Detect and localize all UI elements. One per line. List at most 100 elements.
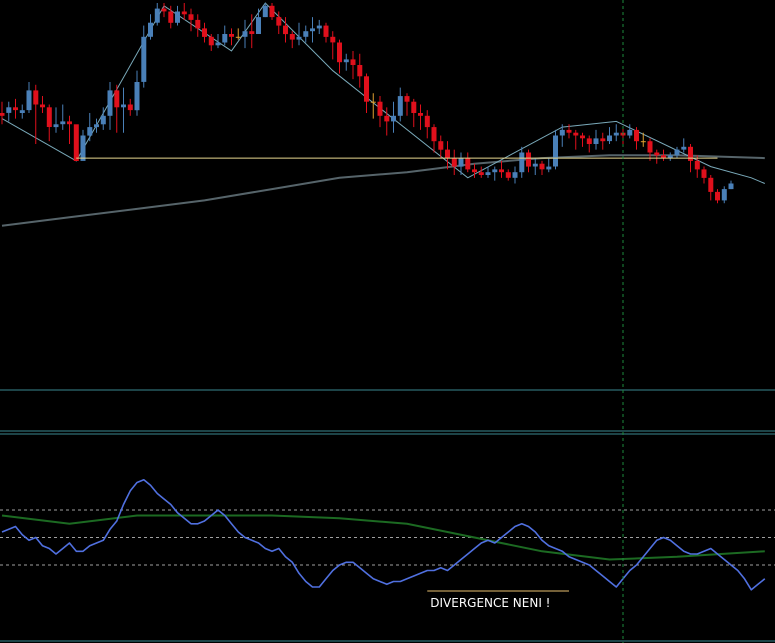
candle-body bbox=[418, 113, 423, 116]
candle bbox=[674, 146, 680, 159]
candle bbox=[397, 87, 403, 122]
candle bbox=[40, 96, 45, 113]
candle bbox=[377, 96, 383, 128]
candle bbox=[323, 22, 329, 43]
candle-body bbox=[654, 152, 660, 156]
price-chart[interactable]: DIVERGENCE NENI ! bbox=[0, 0, 775, 643]
candle bbox=[127, 98, 133, 116]
candle-body bbox=[458, 158, 464, 167]
candle-body bbox=[370, 101, 376, 103]
candle-body bbox=[202, 28, 207, 37]
candle bbox=[310, 17, 315, 43]
candle-body bbox=[688, 146, 693, 161]
candle-body bbox=[127, 104, 133, 111]
oscillator-layer bbox=[1, 478, 766, 591]
candle bbox=[404, 93, 410, 116]
candle bbox=[316, 19, 322, 35]
candle bbox=[13, 98, 18, 119]
candle-body bbox=[391, 115, 396, 122]
candle bbox=[627, 124, 633, 139]
candle-body bbox=[708, 177, 714, 192]
candle bbox=[357, 53, 363, 88]
candle bbox=[499, 160, 504, 178]
candle bbox=[94, 118, 99, 133]
candle-body bbox=[404, 96, 410, 102]
candle bbox=[546, 158, 552, 173]
candle-body bbox=[208, 36, 214, 46]
candle bbox=[539, 160, 545, 176]
candle bbox=[114, 84, 120, 133]
candle bbox=[526, 149, 531, 173]
candle-body bbox=[330, 36, 336, 43]
candle-body bbox=[600, 138, 606, 142]
candle bbox=[451, 149, 457, 176]
candle bbox=[445, 141, 450, 170]
candle bbox=[431, 124, 437, 153]
candle bbox=[505, 169, 511, 181]
candle-body bbox=[114, 90, 120, 108]
candle bbox=[654, 149, 660, 164]
candle-body bbox=[573, 132, 579, 136]
candle-body bbox=[80, 135, 86, 161]
candle-body bbox=[67, 121, 72, 125]
candle-body bbox=[559, 129, 565, 136]
candle bbox=[465, 152, 471, 173]
candle-body bbox=[478, 172, 484, 175]
candle-body bbox=[674, 149, 680, 156]
candle-body bbox=[107, 90, 113, 116]
candle bbox=[728, 180, 734, 190]
candle-body bbox=[303, 31, 309, 37]
candle-body bbox=[472, 169, 477, 173]
candle bbox=[87, 112, 93, 142]
candle bbox=[532, 158, 538, 176]
moving-average-line bbox=[1, 154, 765, 227]
candle bbox=[586, 135, 592, 153]
candle bbox=[67, 115, 72, 144]
candle-body bbox=[337, 42, 342, 63]
candle-body bbox=[627, 129, 633, 136]
candle-body bbox=[121, 104, 126, 108]
candle bbox=[256, 8, 261, 35]
candle-body bbox=[539, 163, 545, 170]
candle-body bbox=[357, 65, 363, 77]
candle-body bbox=[364, 76, 369, 102]
candle-body bbox=[229, 34, 234, 37]
candle bbox=[19, 104, 25, 119]
candle bbox=[391, 101, 396, 133]
candle bbox=[634, 127, 639, 150]
candle-body bbox=[613, 132, 619, 136]
candle bbox=[188, 8, 194, 32]
price-panel bbox=[0, 2, 765, 227]
candle bbox=[202, 22, 207, 43]
candle bbox=[80, 129, 86, 161]
candle-body bbox=[53, 124, 59, 128]
candle-body bbox=[148, 22, 153, 37]
candle-body bbox=[438, 141, 444, 150]
candle-body bbox=[728, 183, 734, 190]
candle-body bbox=[33, 90, 39, 105]
candle-body bbox=[681, 146, 687, 150]
candle-body bbox=[289, 34, 295, 40]
candle-body bbox=[26, 90, 32, 111]
candle bbox=[107, 81, 113, 130]
candle-body bbox=[519, 152, 525, 173]
candle bbox=[269, 3, 275, 20]
candle-body bbox=[505, 172, 511, 178]
candle-body bbox=[100, 115, 106, 125]
candle-body bbox=[19, 110, 25, 113]
candle bbox=[222, 25, 228, 46]
candle bbox=[667, 152, 673, 161]
candle-body bbox=[634, 129, 639, 142]
candle bbox=[647, 138, 653, 161]
candle-body bbox=[87, 127, 93, 136]
candle-body bbox=[134, 82, 140, 111]
candle-body bbox=[424, 115, 430, 128]
candle-body bbox=[256, 17, 261, 34]
candle bbox=[715, 189, 720, 204]
candle bbox=[141, 25, 147, 88]
candle bbox=[53, 107, 59, 133]
candle-body bbox=[384, 115, 390, 122]
candle-body bbox=[512, 172, 518, 178]
candle-body bbox=[715, 191, 720, 201]
candle-body bbox=[640, 141, 646, 143]
